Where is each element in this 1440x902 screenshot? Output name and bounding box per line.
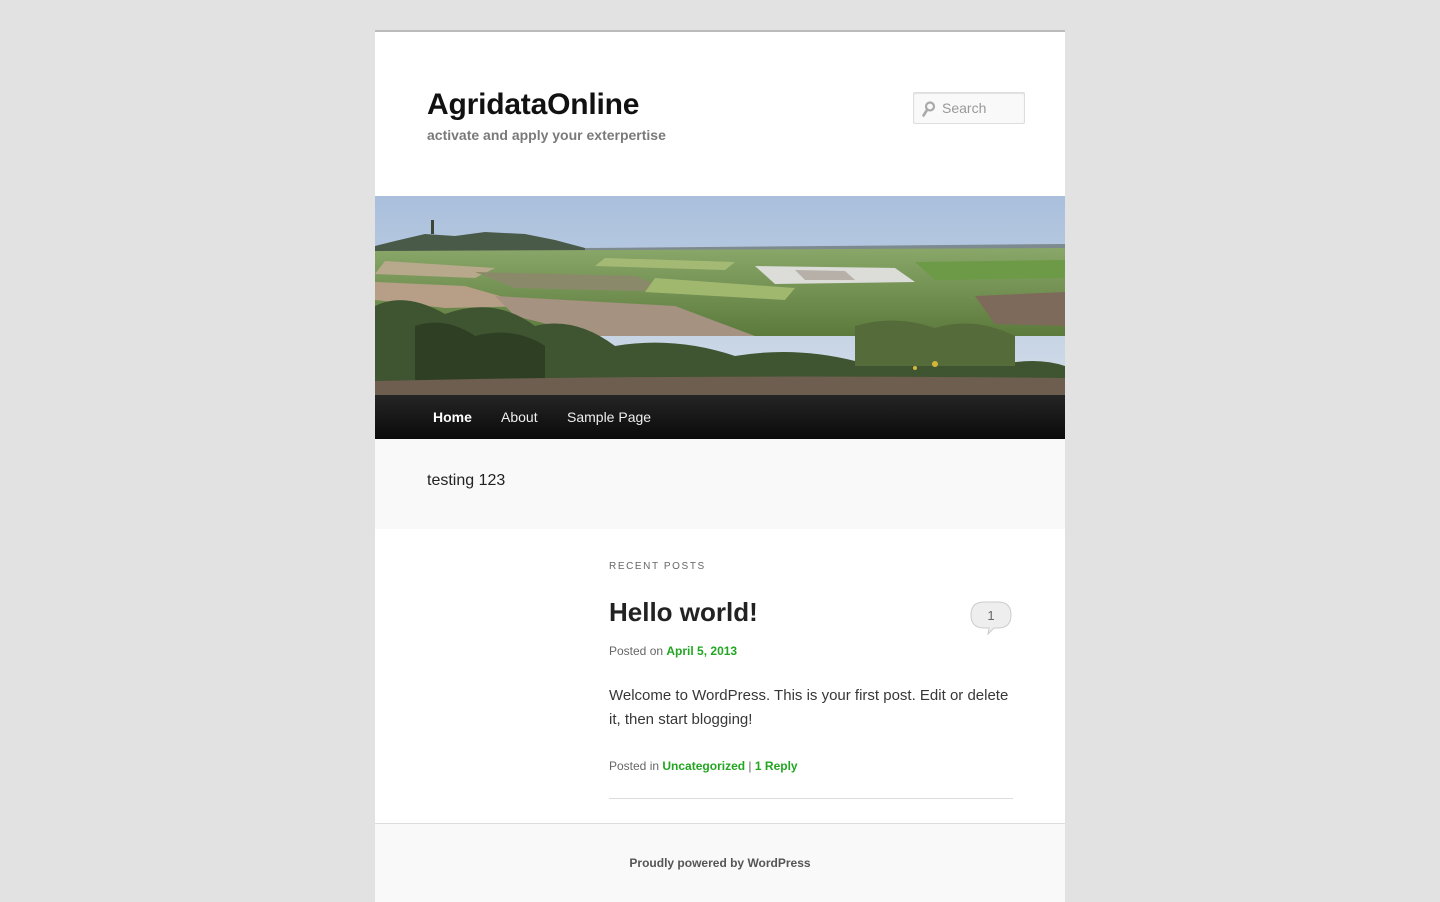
nav-item-home[interactable]: Home: [433, 395, 472, 439]
main-navigation: Home About Sample Page: [375, 395, 1065, 440]
comment-count-bubble[interactable]: 1: [970, 601, 1012, 636]
post-footer-meta: Posted in Uncategorized | 1 Reply: [609, 759, 798, 773]
meta-separator: |: [748, 759, 752, 773]
search-input[interactable]: [942, 99, 1022, 117]
post-meta: Posted on April 5, 2013: [609, 644, 737, 658]
site-title[interactable]: AgridataOnline: [427, 88, 639, 122]
search-form[interactable]: [913, 92, 1025, 124]
nav-item-about[interactable]: About: [501, 395, 538, 439]
post-divider: [609, 798, 1013, 799]
category-link[interactable]: Uncategorized: [662, 759, 745, 773]
search-icon: [922, 101, 936, 117]
comment-count: 1: [987, 608, 995, 623]
posted-on-label: Posted on: [609, 644, 664, 658]
site-footer: Proudly powered by WordPress: [375, 823, 1065, 902]
post-excerpt: Welcome to WordPress. This is your first…: [609, 687, 1009, 728]
post-title[interactable]: Hello world!: [609, 597, 758, 628]
recent-posts-heading: Recent Posts: [609, 561, 706, 572]
nav-item-sample-page[interactable]: Sample Page: [567, 395, 651, 439]
featured-content: testing 123: [375, 439, 1065, 529]
featured-text: testing 123: [427, 472, 506, 489]
powered-by-link[interactable]: Proudly powered by WordPress: [375, 856, 1065, 870]
posted-in-label: Posted in: [609, 759, 660, 773]
site-description: activate and apply your exterpertise: [427, 127, 666, 143]
replies-link[interactable]: 1 Reply: [755, 759, 798, 773]
header-banner-image[interactable]: [375, 196, 1065, 395]
page: AgridataOnline activate and apply your e…: [375, 30, 1065, 902]
post-date-link[interactable]: April 5, 2013: [666, 644, 737, 658]
